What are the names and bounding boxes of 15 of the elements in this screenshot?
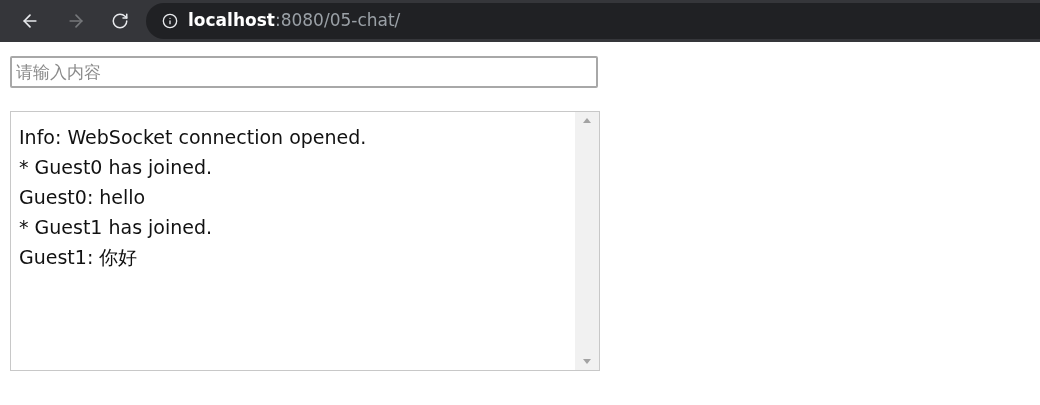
url-host: localhost xyxy=(188,9,275,33)
info-icon xyxy=(162,13,178,29)
chat-message: * Guest0 has joined. xyxy=(19,155,214,180)
reload-icon xyxy=(111,12,129,30)
message-input[interactable]: 请输入内容 xyxy=(10,56,598,88)
chat-message: Info: WebSocket connection opened. xyxy=(19,125,368,150)
scrollbar[interactable] xyxy=(575,112,599,370)
scroll-down-icon[interactable] xyxy=(583,359,591,364)
chat-message: Guest0: hello xyxy=(19,185,147,210)
scroll-up-icon[interactable] xyxy=(583,118,591,123)
chat-log[interactable]: Info: WebSocket connection opened. * Guest0 has joined. Guest0: hello * Guest1 has joined. Guest1: 你好 xyxy=(10,111,600,371)
chat-message: Guest1: 你好 xyxy=(19,245,139,270)
chat-message: * Guest1 has joined. xyxy=(19,215,214,240)
address-bar[interactable]: localhost:8080/05-chat/ xyxy=(146,3,1040,39)
url-path: :8080/05-chat/ xyxy=(274,9,401,33)
